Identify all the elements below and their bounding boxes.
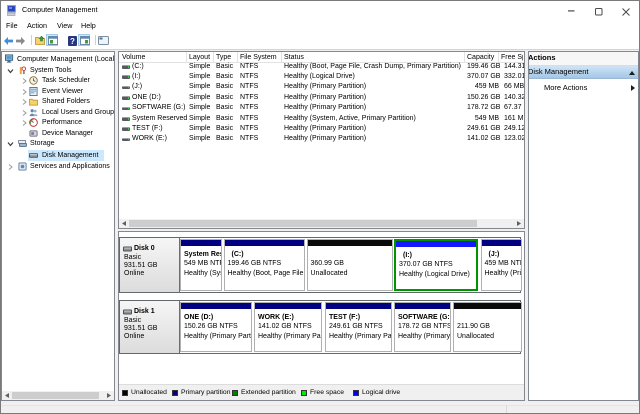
svg-text:?: ? [70, 37, 75, 46]
